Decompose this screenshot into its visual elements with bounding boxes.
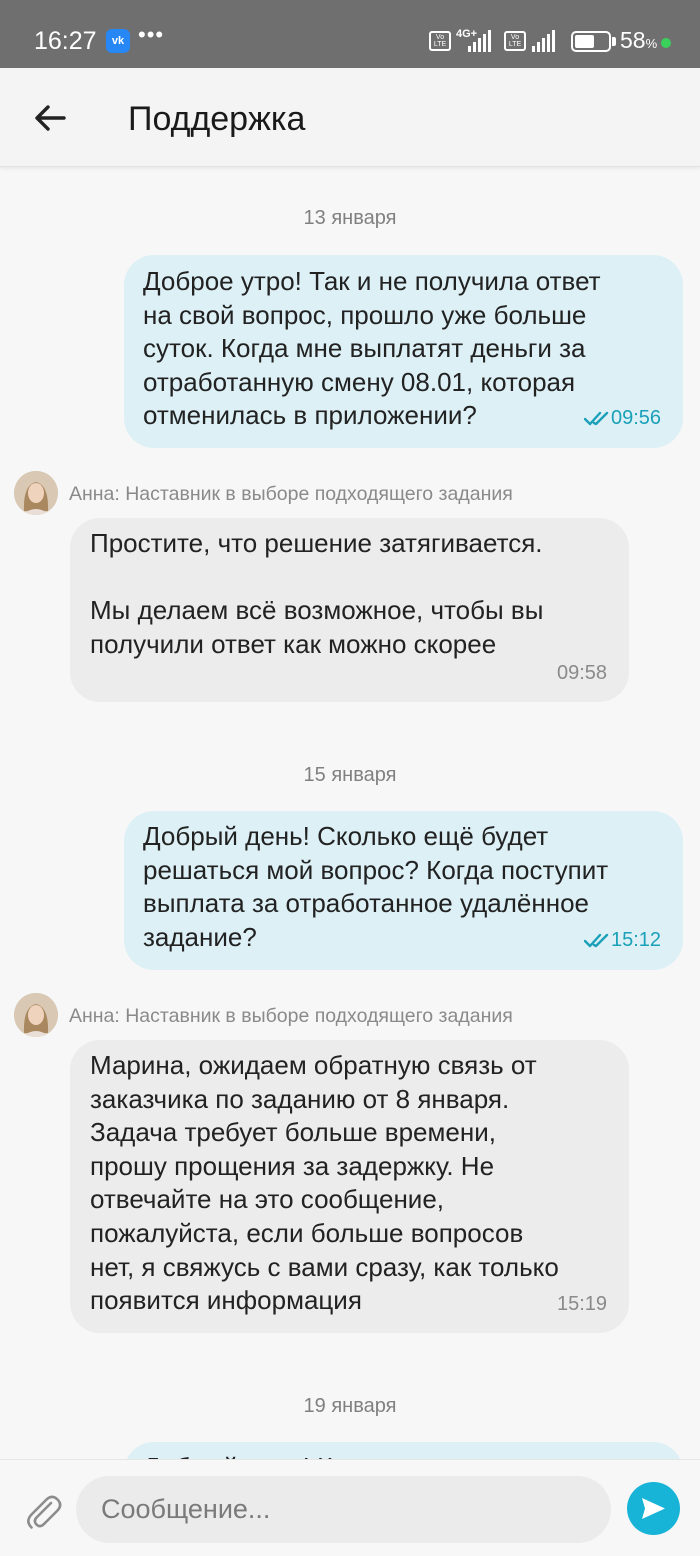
message-text: Добрый день! К — [143, 1451, 332, 1459]
sender-name: Анна: Наставник в выборе подходящего зад… — [69, 483, 513, 505]
double-check-icon — [584, 933, 609, 948]
paperclip-icon — [27, 1495, 62, 1529]
back-button[interactable] — [30, 98, 70, 138]
date-separator: 15 января — [303, 764, 397, 786]
status-bar: 16:27 vk ••• Vo LTE 4G+ Vo LTE 58% — [0, 0, 700, 68]
battery-percent-value: 58 — [620, 27, 646, 53]
avatar-image — [14, 993, 58, 1037]
message-text: Марина, ожидаем обратную связь от заказч… — [90, 1050, 559, 1316]
date-separator: 19 января — [303, 1395, 397, 1417]
message-time: 15:12 — [611, 929, 662, 951]
incoming-message[interactable]: Марина, ожидаем обратную связь от заказч… — [70, 1040, 629, 1333]
message-composer — [0, 1459, 700, 1556]
app-header: Поддержка — [0, 68, 700, 167]
sender-name: Анна: Наставник в выборе подходящего зад… — [69, 1005, 513, 1027]
signal-icon — [532, 30, 555, 52]
outgoing-message[interactable]: Добрый день! Сколько ещё будет решаться … — [124, 811, 683, 970]
message-text: Добрый день! Сколько ещё будет решаться … — [143, 821, 609, 952]
date-separator: 13 января — [303, 207, 397, 229]
attach-button[interactable] — [22, 1490, 64, 1532]
message-time: 09:56 — [611, 407, 662, 429]
charging-dot-icon — [661, 38, 671, 48]
vk-icon: vk — [106, 29, 130, 53]
message-input[interactable] — [76, 1476, 611, 1543]
page-title: Поддержка — [128, 100, 306, 138]
volte-icon: Vo LTE — [429, 31, 451, 51]
send-icon — [642, 1498, 665, 1519]
message-time: 09:58 — [557, 662, 608, 684]
avatar — [14, 471, 58, 515]
signal-icon — [468, 30, 491, 52]
status-time: 16:27 — [34, 27, 97, 55]
battery-percent-unit: % — [645, 36, 658, 51]
incoming-message[interactable]: Простите, что решение затягивается. Мы д… — [70, 518, 629, 702]
avatar-image — [14, 471, 58, 515]
outgoing-message[interactable]: Добрый день! К — [124, 1442, 683, 1459]
battery-level — [575, 35, 594, 48]
message-text: Простите, что решение затягивается. Мы д… — [90, 528, 544, 659]
outgoing-message[interactable]: Доброе утро! Так и не получила ответ на … — [124, 255, 683, 448]
volte-icon: Vo LTE — [504, 31, 526, 51]
message-text: Доброе утро! Так и не получила ответ на … — [143, 266, 601, 431]
message-time: 15:19 — [557, 1293, 608, 1315]
battery-percent: 58% — [620, 27, 657, 54]
avatar — [14, 993, 58, 1037]
double-check-icon — [584, 411, 609, 426]
send-button[interactable] — [627, 1482, 680, 1535]
chat-history[interactable]: 13 января Доброе утро! Так и не получила… — [0, 168, 700, 1459]
arrow-left-icon — [35, 105, 66, 131]
more-notifications-icon: ••• — [138, 22, 165, 47]
battery-tip — [612, 37, 616, 46]
battery-icon — [571, 31, 611, 52]
